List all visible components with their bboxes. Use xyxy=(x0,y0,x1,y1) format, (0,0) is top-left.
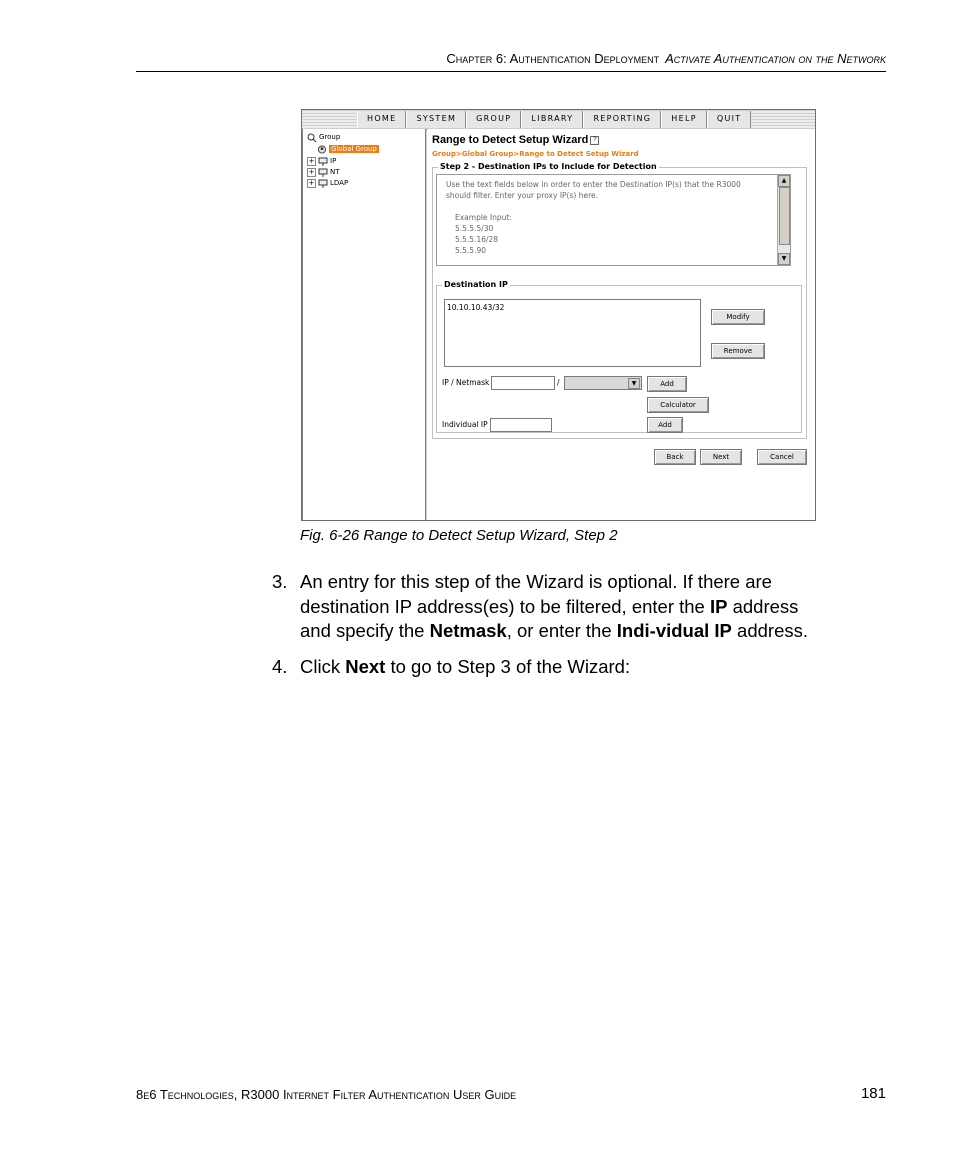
list-item: 3. An entry for this step of the Wizard … xyxy=(272,570,832,644)
breadcrumb: Group>Global Group>Range to Detect Setup… xyxy=(432,150,639,158)
expand-icon[interactable]: + xyxy=(307,156,316,166)
step-legend: Step 2 - Destination IPs to Include for … xyxy=(438,162,659,171)
tree-label-global-group: Global Group xyxy=(329,145,379,153)
scroll-thumb[interactable] xyxy=(779,187,790,245)
instruction-line: 5.5.5.90 xyxy=(455,246,487,255)
figure-caption: Fig. 6-26 Range to Detect Setup Wizard, … xyxy=(300,527,618,544)
list-item[interactable]: 10.10.10.43/32 xyxy=(447,303,698,312)
expand-icon[interactable]: + xyxy=(307,167,316,177)
chapter-title: Chapter 6: Authentication Deployment xyxy=(446,51,660,66)
ip-netmask-label: IP / Netmask xyxy=(442,378,490,387)
step-bold: IP xyxy=(709,595,728,617)
tree-label-ip: IP xyxy=(330,157,337,165)
remove-button[interactable]: Remove xyxy=(711,343,765,359)
step-bold: Indi-vidual IP xyxy=(616,620,732,642)
menu: HOME SYSTEM GROUP LIBRARY REPORTING HELP… xyxy=(357,110,752,129)
scroll-up-icon[interactable]: ▲ xyxy=(778,175,790,187)
cancel-button[interactable]: Cancel xyxy=(757,449,807,465)
network-icon xyxy=(318,157,328,166)
calculator-button[interactable]: Calculator xyxy=(647,397,709,413)
tree-label-ldap: LDAP xyxy=(330,179,349,187)
individual-ip-label: Individual IP xyxy=(442,420,488,429)
wizard-screenshot: HOME SYSTEM GROUP LIBRARY REPORTING HELP… xyxy=(301,109,816,521)
menu-help[interactable]: HELP xyxy=(661,111,707,128)
add-netmask-button[interactable]: Add xyxy=(647,376,687,392)
section-title: Activate Authentication on the Network xyxy=(665,51,886,66)
add-individual-ip-button[interactable]: Add xyxy=(647,417,683,433)
tree-item-group[interactable]: Group xyxy=(307,131,340,143)
menu-library[interactable]: LIBRARY xyxy=(521,111,584,128)
step-text: An entry for this step of the Wizard is … xyxy=(300,571,772,617)
help-icon[interactable]: ? xyxy=(590,135,600,145)
instruction-line: 5.5.5.5/30 xyxy=(455,224,494,233)
menu-reporting[interactable]: REPORTING xyxy=(583,111,662,128)
wizard-panel: Range to Detect Setup Wizard? Group>Glob… xyxy=(427,129,815,520)
destination-legend: Destination IP xyxy=(442,280,510,289)
next-button[interactable]: Next xyxy=(700,449,742,465)
page-number: 181 xyxy=(860,1085,886,1102)
step-bold: Next xyxy=(345,655,386,677)
step-text: Click xyxy=(300,655,346,677)
menu-system[interactable]: SYSTEM xyxy=(406,111,467,128)
step-text: address. xyxy=(731,620,809,642)
tree-item-global-group[interactable]: Global Group xyxy=(317,143,379,155)
instruction-line: 5.5.5.16/28 xyxy=(455,235,499,244)
step-number: 4. xyxy=(272,655,288,677)
network-icon xyxy=(318,168,328,177)
step-text: to go to Step 3 of the Wizard: xyxy=(385,655,631,677)
menu-quit[interactable]: QUIT xyxy=(706,111,752,128)
wizard-title: Range to Detect Setup Wizard xyxy=(432,134,589,146)
list-item: 4. Click Next to go to Step 3 of the Wiz… xyxy=(272,655,832,680)
tree-item-ldap[interactable]: + LDAP xyxy=(307,177,348,189)
tree-label-group: Group xyxy=(319,133,341,141)
globe-icon xyxy=(317,144,327,154)
instruction-line: should filter. Enter your proxy IP(s) he… xyxy=(446,191,598,200)
running-header: Chapter 6: Authentication Deployment Acti… xyxy=(136,51,886,72)
scroll-down-icon[interactable]: ▼ xyxy=(778,253,790,265)
destination-ip-list[interactable]: 10.10.10.43/32 xyxy=(444,299,701,367)
step-text: , or enter the xyxy=(506,620,617,642)
slash-label: / xyxy=(557,378,560,387)
instructions-box: Use the text fields below in order to en… xyxy=(436,174,791,266)
step-list: 3. An entry for this step of the Wizard … xyxy=(272,570,832,690)
scrollbar[interactable]: ▲ ▼ xyxy=(777,175,790,265)
network-icon xyxy=(318,179,328,188)
footer-title: 8e6 Technologies, R3000 Internet Filter … xyxy=(136,1087,517,1102)
chevron-down-icon[interactable]: ▼ xyxy=(628,378,640,389)
ip-input[interactable] xyxy=(491,376,555,390)
tree-label-nt: NT xyxy=(330,168,340,176)
modify-button[interactable]: Modify xyxy=(711,309,765,325)
step-bold: Netmask xyxy=(429,620,507,642)
individual-ip-input[interactable] xyxy=(490,418,552,432)
instruction-line: Example Input: xyxy=(455,213,512,222)
instruction-line: Use the text fields below in order to en… xyxy=(446,180,741,189)
expand-icon[interactable]: + xyxy=(307,178,316,188)
menu-group[interactable]: GROUP xyxy=(466,111,522,128)
menu-home[interactable]: HOME xyxy=(357,111,407,128)
netmask-select[interactable]: ▼ xyxy=(564,376,642,390)
menu-bar: HOME SYSTEM GROUP LIBRARY REPORTING HELP… xyxy=(302,110,815,130)
step-number: 3. xyxy=(272,571,288,592)
back-button[interactable]: Back xyxy=(654,449,696,465)
group-tree: Group Global Group + IP + NT + LDAP xyxy=(302,129,426,520)
group-icon xyxy=(307,133,317,142)
